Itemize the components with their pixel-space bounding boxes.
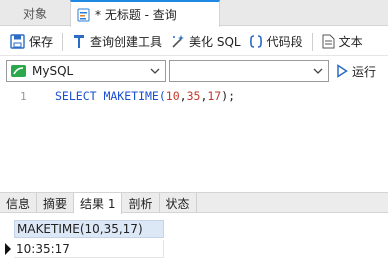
mysql-connection-icon [11, 65, 26, 77]
result-tab-strip: 信息 摘要 结果 1 剖析 状态 [0, 192, 388, 214]
run-label: 运行 [352, 64, 377, 79]
table-cell-value: 10:35:17 [16, 241, 70, 256]
beautify-sql-button[interactable]: 美化 SQL [166, 30, 245, 54]
sql-editor[interactable]: 1 SELECT MAKETIME(10,35,17); [0, 84, 388, 188]
query-builder-button[interactable]: 查询创建工具 [68, 30, 166, 54]
tab-status[interactable]: 状态 [160, 193, 197, 213]
table-cell[interactable]: 10:35:17 [14, 240, 164, 258]
run-button[interactable]: 运行 [336, 60, 376, 82]
code-snippet-icon [249, 35, 262, 48]
toolbar-divider [311, 32, 313, 51]
code-arg-minute: 35 [186, 89, 201, 103]
tab-strip: 对象 * 无标题 - 查询 [0, 0, 388, 27]
code-snippet-label: 代码段 [266, 35, 303, 49]
code-keyword: SELECT MAKETIME( [55, 89, 166, 103]
play-icon [337, 64, 348, 78]
save-button[interactable]: 保存 [6, 30, 57, 54]
text-label: 文本 [338, 35, 363, 49]
tab-query[interactable]: * 无标题 - 查询 [70, 0, 220, 27]
beautify-sql-label: 美化 SQL [189, 35, 241, 49]
connection-select[interactable]: MySQL [6, 60, 166, 82]
tab-query-label: * 无标题 - 查询 [95, 8, 177, 22]
connection-bar: MySQL 运行 [0, 60, 388, 82]
query-builder-label: 查询创建工具 [90, 35, 163, 49]
result-grid: MAKETIME(10,35,17) 10:35:17 [0, 218, 388, 265]
tab-objects-label: 对象 [22, 6, 47, 21]
toolbar: 保存 查询创建工具 美化 SQL 代码段 文本 [0, 28, 388, 56]
tab-profile-label: 剖析 [128, 196, 153, 211]
tab-profile[interactable]: 剖析 [122, 193, 160, 213]
column-header[interactable]: MAKETIME(10,35,17) [14, 220, 164, 238]
tab-status-label: 状态 [165, 196, 190, 211]
tab-result-1[interactable]: 结果 1 [74, 193, 123, 214]
tab-objects[interactable]: 对象 [0, 0, 70, 26]
text-document-icon [322, 34, 335, 49]
tab-summary-label: 摘要 [43, 196, 68, 211]
code-arg-second: 17 [207, 89, 222, 103]
magic-wand-icon [172, 35, 185, 48]
code-snippet-button[interactable]: 代码段 [245, 30, 307, 54]
save-label: 保存 [29, 35, 54, 49]
query-builder-icon [74, 35, 85, 48]
column-header-label: MAKETIME(10,35,17) [17, 222, 143, 236]
connection-select-value: MySQL [32, 64, 74, 78]
code-end: ); [221, 89, 236, 103]
current-row-marker-icon [5, 243, 11, 255]
chevron-down-icon [313, 68, 323, 74]
save-icon [10, 34, 25, 49]
toolbar-divider [62, 32, 64, 51]
tab-result-1-label: 结果 1 [80, 197, 116, 211]
tab-info-label: 信息 [6, 196, 31, 211]
tab-info[interactable]: 信息 [0, 193, 38, 213]
line-gutter: 1 [0, 84, 40, 188]
database-select[interactable] [169, 60, 329, 82]
text-button[interactable]: 文本 [318, 30, 367, 54]
query-icon [77, 8, 91, 22]
sql-code-line: SELECT MAKETIME(10,35,17); [55, 89, 236, 103]
chevron-down-icon [150, 68, 160, 74]
tab-summary[interactable]: 摘要 [37, 193, 75, 213]
code-arg-hour: 10 [165, 89, 180, 103]
line-number: 1 [20, 90, 27, 103]
